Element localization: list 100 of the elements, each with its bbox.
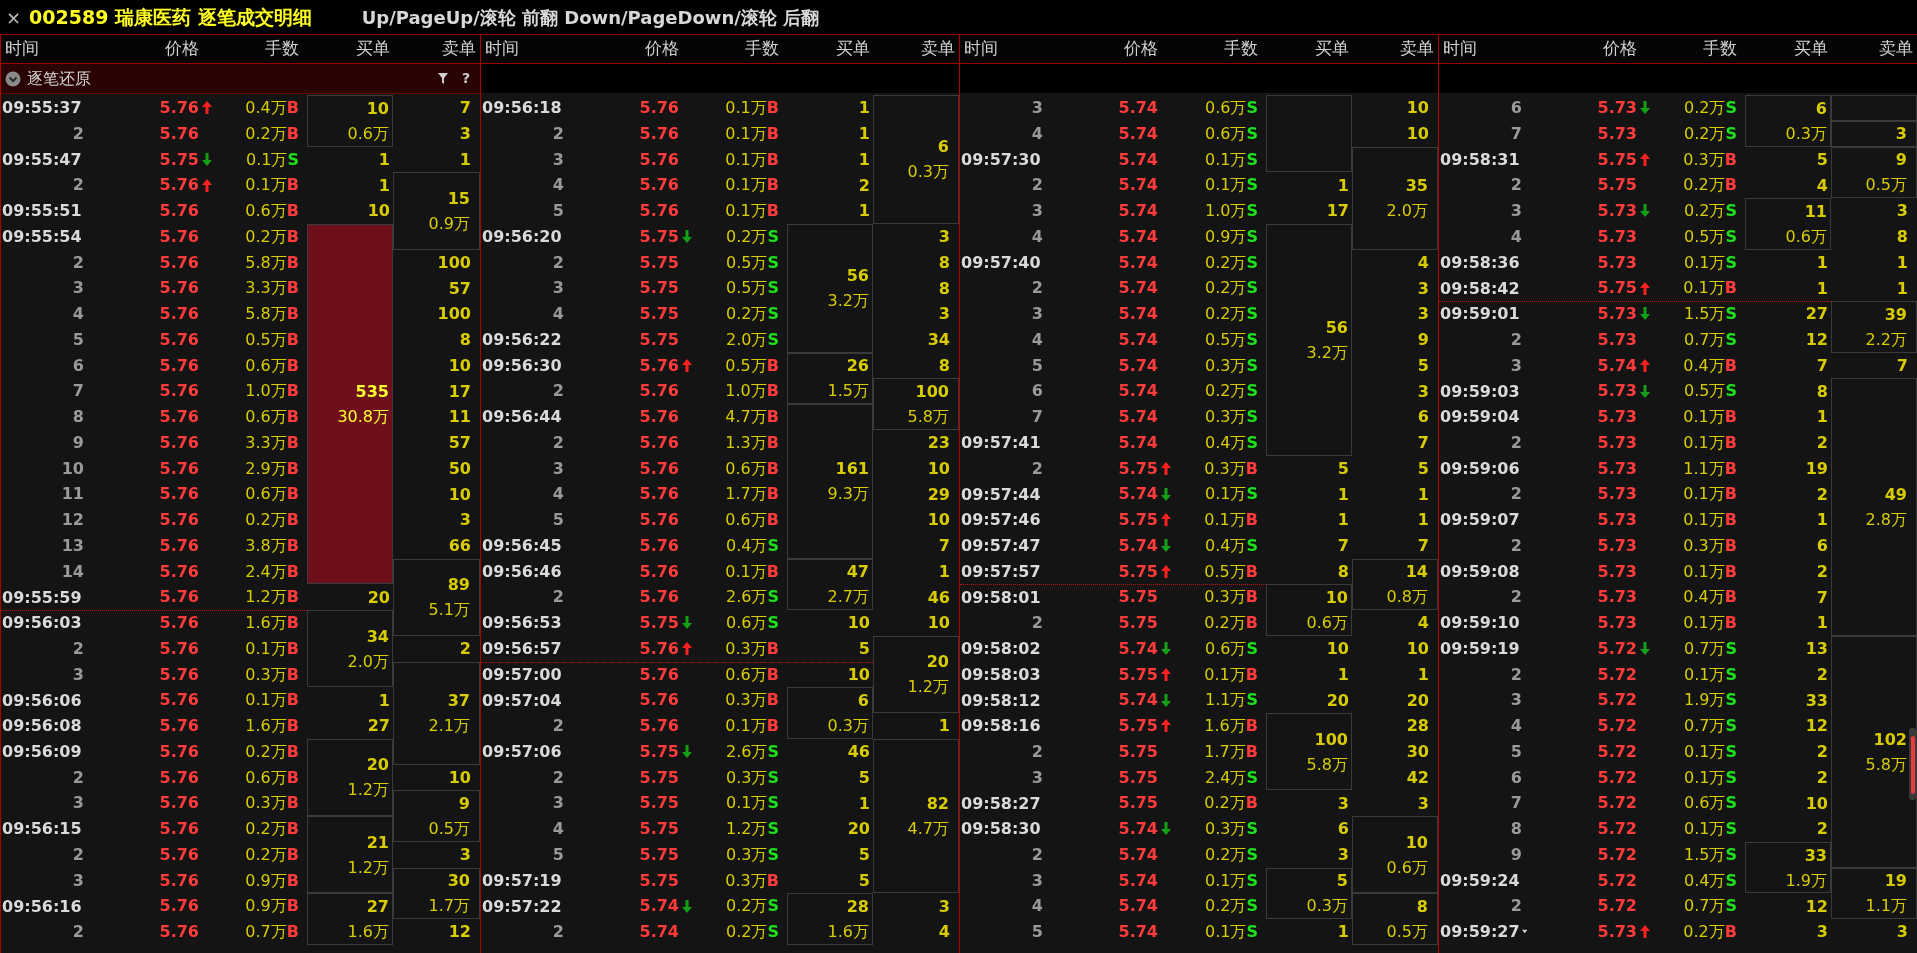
order-amount: 1.7万 (428, 895, 470, 918)
order-amount: 5.1万 (428, 599, 470, 622)
sequence-cell-text: 2 (1510, 431, 1522, 454)
table-cell-text: 3 (458, 509, 472, 532)
table-cell-text: 1 (1815, 612, 1829, 635)
sequence-cell-text: 2 (1031, 174, 1043, 197)
order-count: 535 (355, 381, 389, 403)
price-cell-text: 5.74 (1118, 354, 1158, 377)
volume-cell-text: 2.6万 (726, 586, 768, 609)
table-cell-text: 10 (846, 612, 871, 635)
sequence-cell-text: 4 (72, 303, 84, 325)
time-cell-text: 09:55:54 (2, 226, 82, 249)
order-amount: 2.8万 (1865, 509, 1907, 531)
price-cell-text: 5.74 (1118, 818, 1158, 840)
table-cell-text: 7 (1336, 535, 1350, 558)
price-cell-text: 5.74 (1118, 431, 1158, 454)
price-cell-text: 5.75 (639, 818, 679, 840)
order-count: 3 (1895, 123, 1907, 146)
side-cell-text: S (767, 251, 779, 274)
sequence-cell-text: 5 (1031, 354, 1043, 377)
volume-cell-text: 0.2万 (1684, 122, 1726, 145)
side-cell-text: B (286, 225, 299, 248)
volume-cell-text: 1.0万 (725, 380, 767, 403)
price-cell-text: 5.74 (1118, 97, 1158, 119)
time-cell-text: 09:58:36 (1440, 251, 1520, 274)
volume-cell-text: 0.1万 (1683, 560, 1725, 583)
sequence-cell-text: 8 (72, 406, 84, 428)
order-count: 6 (1815, 97, 1827, 120)
side-cell-text: B (286, 843, 299, 866)
side-cell-text: B (1724, 560, 1737, 583)
volume-cell-text: 0.2万 (1205, 380, 1247, 403)
time-cell-text: 09:55:59 (2, 586, 82, 609)
column-header: 时间 (484, 37, 520, 61)
sequence-cell-text: 4 (1510, 715, 1522, 737)
volume-cell-text: 0.5万 (1204, 560, 1246, 583)
order-count: 100 (1314, 728, 1348, 751)
order-amount: 2.0万 (1386, 200, 1428, 222)
volume-cell-text: 0.2万 (726, 303, 768, 325)
volume-cell-text: 0.1万 (1683, 406, 1725, 428)
side-cell-text: B (1724, 174, 1737, 197)
price-cell-text: 5.72 (1597, 663, 1637, 686)
order-amount: 3.2万 (1306, 341, 1348, 364)
table-cell-text: 2 (458, 638, 472, 661)
price-cell-text: 5.73 (1597, 97, 1637, 119)
order-amount: 0.6万 (1386, 856, 1428, 879)
time-cell-text: 09:58:02 (961, 638, 1041, 661)
price-cell-text: 5.76 (159, 122, 199, 145)
side-cell-text: B (286, 380, 299, 403)
table-cell-text: 8 (1815, 380, 1829, 403)
price-cell-text: 5.76 (159, 560, 199, 583)
volume-cell-text: 0.6万 (245, 406, 287, 428)
volume-cell-text: 0.1万 (1683, 431, 1725, 454)
table-cell-text: 57 (447, 432, 472, 455)
sequence-cell-text: 2 (1510, 174, 1522, 197)
price-cell-text: 5.74 (1118, 303, 1158, 325)
volume-cell-text: 1.5万 (1684, 843, 1726, 866)
volume-cell-text: 0.9万 (1205, 225, 1247, 248)
volume-cell-text: 1.7万 (725, 483, 767, 506)
volume-cell-text: 0.5万 (245, 328, 287, 351)
price-cell-text: 5.73 (1597, 200, 1637, 222)
sequence-cell-text: 2 (552, 251, 564, 274)
order-count: 161 (835, 458, 869, 481)
sequence-cell-text: 4 (1031, 225, 1043, 248)
side-cell-text: S (767, 766, 779, 789)
price-cell-text: 5.76 (159, 586, 199, 609)
time-cell-text: 09:56:18 (482, 97, 562, 120)
table-cell-text: 3 (1416, 380, 1430, 403)
price-cell-text: 5.74 (1118, 251, 1158, 274)
price-cell-text: 5.73 (1597, 380, 1637, 403)
sequence-cell-text: 4 (552, 174, 564, 197)
price-cell-text: 5.76 (159, 97, 199, 119)
price-cell-text: 5.75 (1118, 766, 1158, 789)
chevron-circle-icon[interactable] (5, 70, 21, 87)
restore-label[interactable]: 逐笔还原 (27, 66, 91, 91)
help-button[interactable]: ? (453, 68, 476, 89)
scrollbar[interactable] (1909, 728, 1916, 800)
table-cell-text: 7 (1815, 354, 1829, 377)
volume-cell-text: 0.1万 (725, 174, 767, 197)
side-cell-text: B (286, 200, 299, 222)
side-cell-text: B (1724, 921, 1737, 943)
close-button[interactable]: × (6, 3, 22, 31)
order-count: 20 (366, 754, 389, 777)
sequence-cell-text: 3 (552, 277, 564, 300)
price-cell-text: 5.72 (1597, 895, 1637, 918)
scrollbar-thumb[interactable] (1910, 736, 1915, 794)
time-cell-text: 09:57:04 (482, 689, 562, 712)
price-cell-text: 5.74 (1118, 277, 1158, 300)
table-cell-text: 4 (937, 921, 951, 944)
column-header: 价格 (1123, 37, 1158, 61)
price-cell-text: 5.75 (1118, 740, 1158, 763)
price-cell-text: 5.76 (159, 534, 199, 557)
sequence-cell-text: 2 (552, 586, 564, 609)
price-cell-text: 5.76 (159, 843, 199, 866)
price-cell-text: 5.76 (639, 483, 679, 506)
price-cell-text: 5.76 (159, 200, 199, 222)
column-header: 卖单 (1878, 37, 1914, 61)
filter-icon[interactable] (437, 73, 448, 84)
table-cell-text: 2 (1815, 766, 1829, 789)
table-cell-text: 6 (1336, 818, 1350, 841)
volume-cell-text: 0.4万 (726, 534, 768, 557)
